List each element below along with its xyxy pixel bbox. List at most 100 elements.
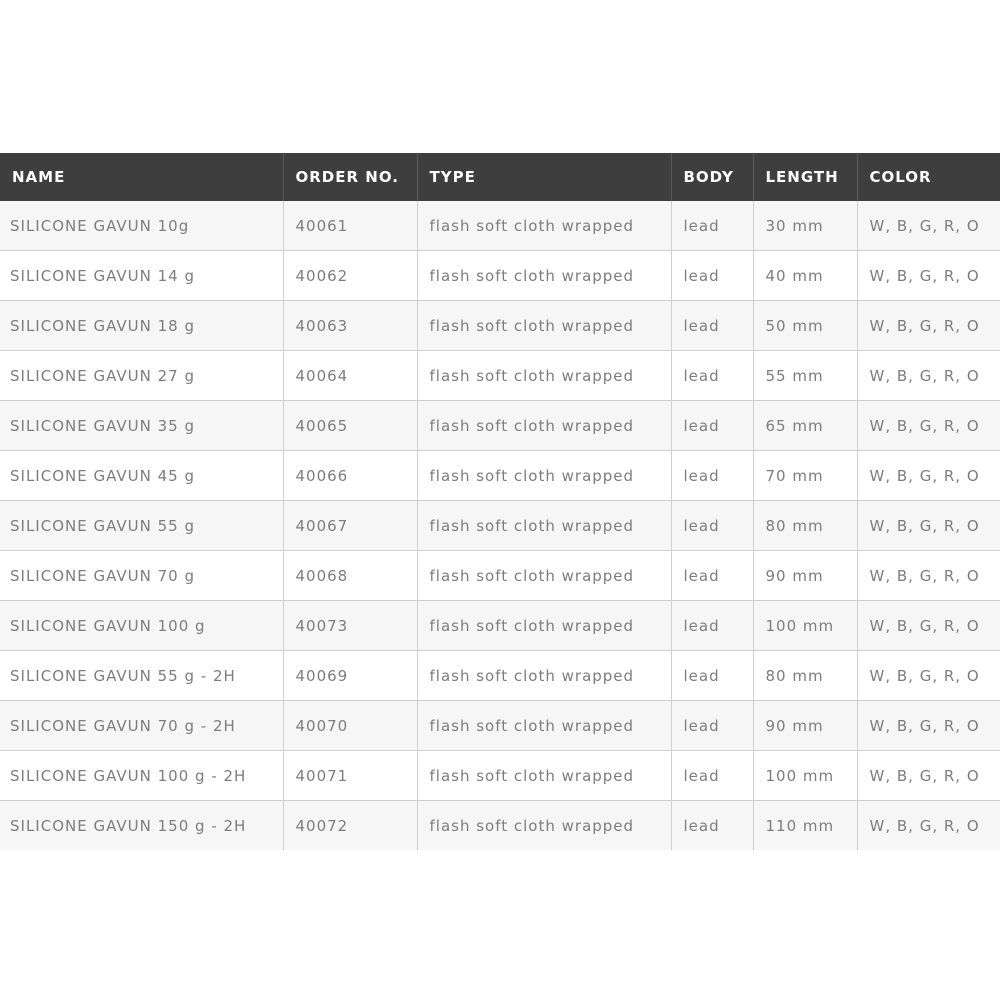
cell-color: W, B, G, R, O: [857, 600, 1000, 651]
product-spec-table: NAME ORDER NO. TYPE BODY LENGTH COLOR SI…: [0, 153, 1000, 850]
cell-body: lead: [671, 350, 754, 401]
cell-type: flash soft cloth wrapped: [417, 600, 672, 651]
cell-type: flash soft cloth wrapped: [417, 500, 672, 551]
cell-length: 50 mm: [753, 300, 858, 351]
cell-body: lead: [671, 600, 754, 651]
cell-name: SILICONE GAVUN 70 g - 2H: [0, 700, 284, 751]
cell-name: SILICONE GAVUN 27 g: [0, 350, 284, 401]
cell-length: 55 mm: [753, 350, 858, 401]
table-row: SILICONE GAVUN 14 g 40062 flash soft clo…: [0, 250, 1000, 301]
cell-color: W, B, G, R, O: [857, 250, 1000, 301]
cell-body: lead: [671, 201, 754, 251]
cell-order-no: 40065: [283, 400, 418, 451]
cell-name: SILICONE GAVUN 150 g - 2H: [0, 800, 284, 850]
cell-name: SILICONE GAVUN 55 g - 2H: [0, 650, 284, 701]
column-header-order-no: ORDER NO.: [283, 153, 418, 201]
cell-length: 100 mm: [753, 750, 858, 801]
cell-order-no: 40068: [283, 550, 418, 601]
cell-type: flash soft cloth wrapped: [417, 300, 672, 351]
table-row: SILICONE GAVUN 45 g 40066 flash soft clo…: [0, 450, 1000, 501]
cell-color: W, B, G, R, O: [857, 350, 1000, 401]
cell-body: lead: [671, 700, 754, 751]
cell-type: flash soft cloth wrapped: [417, 250, 672, 301]
cell-color: W, B, G, R, O: [857, 300, 1000, 351]
cell-type: flash soft cloth wrapped: [417, 750, 672, 801]
table-row: SILICONE GAVUN 55 g 40067 flash soft clo…: [0, 500, 1000, 551]
cell-type: flash soft cloth wrapped: [417, 450, 672, 501]
column-header-color: COLOR: [857, 153, 1000, 201]
table-header-row: NAME ORDER NO. TYPE BODY LENGTH COLOR: [0, 153, 1000, 201]
table-row: SILICONE GAVUN 100 g - 2H 40071 flash so…: [0, 750, 1000, 801]
column-header-body: BODY: [671, 153, 754, 201]
cell-color: W, B, G, R, O: [857, 450, 1000, 501]
cell-name: SILICONE GAVUN 100 g: [0, 600, 284, 651]
table-row: SILICONE GAVUN 10g 40061 flash soft clot…: [0, 201, 1000, 251]
cell-name: SILICONE GAVUN 70 g: [0, 550, 284, 601]
cell-color: W, B, G, R, O: [857, 700, 1000, 751]
cell-order-no: 40071: [283, 750, 418, 801]
cell-name: SILICONE GAVUN 55 g: [0, 500, 284, 551]
table-row: SILICONE GAVUN 55 g - 2H 40069 flash sof…: [0, 650, 1000, 701]
cell-order-no: 40072: [283, 800, 418, 850]
cell-length: 90 mm: [753, 700, 858, 751]
cell-type: flash soft cloth wrapped: [417, 650, 672, 701]
cell-color: W, B, G, R, O: [857, 800, 1000, 850]
cell-body: lead: [671, 400, 754, 451]
cell-order-no: 40064: [283, 350, 418, 401]
cell-name: SILICONE GAVUN 18 g: [0, 300, 284, 351]
cell-order-no: 40069: [283, 650, 418, 701]
cell-length: 30 mm: [753, 201, 858, 251]
cell-type: flash soft cloth wrapped: [417, 700, 672, 751]
cell-type: flash soft cloth wrapped: [417, 201, 672, 251]
cell-name: SILICONE GAVUN 10g: [0, 201, 284, 251]
table-row: SILICONE GAVUN 70 g 40068 flash soft clo…: [0, 550, 1000, 601]
cell-name: SILICONE GAVUN 45 g: [0, 450, 284, 501]
cell-name: SILICONE GAVUN 100 g - 2H: [0, 750, 284, 801]
cell-type: flash soft cloth wrapped: [417, 800, 672, 850]
cell-body: lead: [671, 300, 754, 351]
table-row: SILICONE GAVUN 70 g - 2H 40070 flash sof…: [0, 700, 1000, 751]
cell-color: W, B, G, R, O: [857, 650, 1000, 701]
column-header-name: NAME: [0, 153, 284, 201]
column-header-type: TYPE: [417, 153, 672, 201]
cell-color: W, B, G, R, O: [857, 400, 1000, 451]
cell-body: lead: [671, 500, 754, 551]
cell-color: W, B, G, R, O: [857, 500, 1000, 551]
cell-body: lead: [671, 800, 754, 850]
cell-type: flash soft cloth wrapped: [417, 400, 672, 451]
cell-order-no: 40066: [283, 450, 418, 501]
cell-order-no: 40070: [283, 700, 418, 751]
cell-order-no: 40073: [283, 600, 418, 651]
table-row: SILICONE GAVUN 35 g 40065 flash soft clo…: [0, 400, 1000, 451]
cell-length: 100 mm: [753, 600, 858, 651]
cell-length: 80 mm: [753, 650, 858, 701]
cell-color: W, B, G, R, O: [857, 201, 1000, 251]
cell-body: lead: [671, 650, 754, 701]
cell-name: SILICONE GAVUN 35 g: [0, 400, 284, 451]
cell-body: lead: [671, 250, 754, 301]
cell-body: lead: [671, 750, 754, 801]
cell-length: 90 mm: [753, 550, 858, 601]
cell-length: 65 mm: [753, 400, 858, 451]
table-row: SILICONE GAVUN 18 g 40063 flash soft clo…: [0, 300, 1000, 351]
cell-length: 80 mm: [753, 500, 858, 551]
cell-name: SILICONE GAVUN 14 g: [0, 250, 284, 301]
cell-order-no: 40063: [283, 300, 418, 351]
cell-color: W, B, G, R, O: [857, 750, 1000, 801]
cell-body: lead: [671, 450, 754, 501]
column-header-length: LENGTH: [753, 153, 858, 201]
cell-type: flash soft cloth wrapped: [417, 350, 672, 401]
table-body: SILICONE GAVUN 10g 40061 flash soft clot…: [0, 201, 1000, 850]
cell-type: flash soft cloth wrapped: [417, 550, 672, 601]
cell-order-no: 40061: [283, 201, 418, 251]
cell-body: lead: [671, 550, 754, 601]
cell-order-no: 40062: [283, 250, 418, 301]
cell-length: 40 mm: [753, 250, 858, 301]
table-row: SILICONE GAVUN 100 g 40073 flash soft cl…: [0, 600, 1000, 651]
cell-order-no: 40067: [283, 500, 418, 551]
table-row: SILICONE GAVUN 150 g - 2H 40072 flash so…: [0, 800, 1000, 850]
cell-color: W, B, G, R, O: [857, 550, 1000, 601]
cell-length: 70 mm: [753, 450, 858, 501]
cell-length: 110 mm: [753, 800, 858, 850]
table-row: SILICONE GAVUN 27 g 40064 flash soft clo…: [0, 350, 1000, 401]
